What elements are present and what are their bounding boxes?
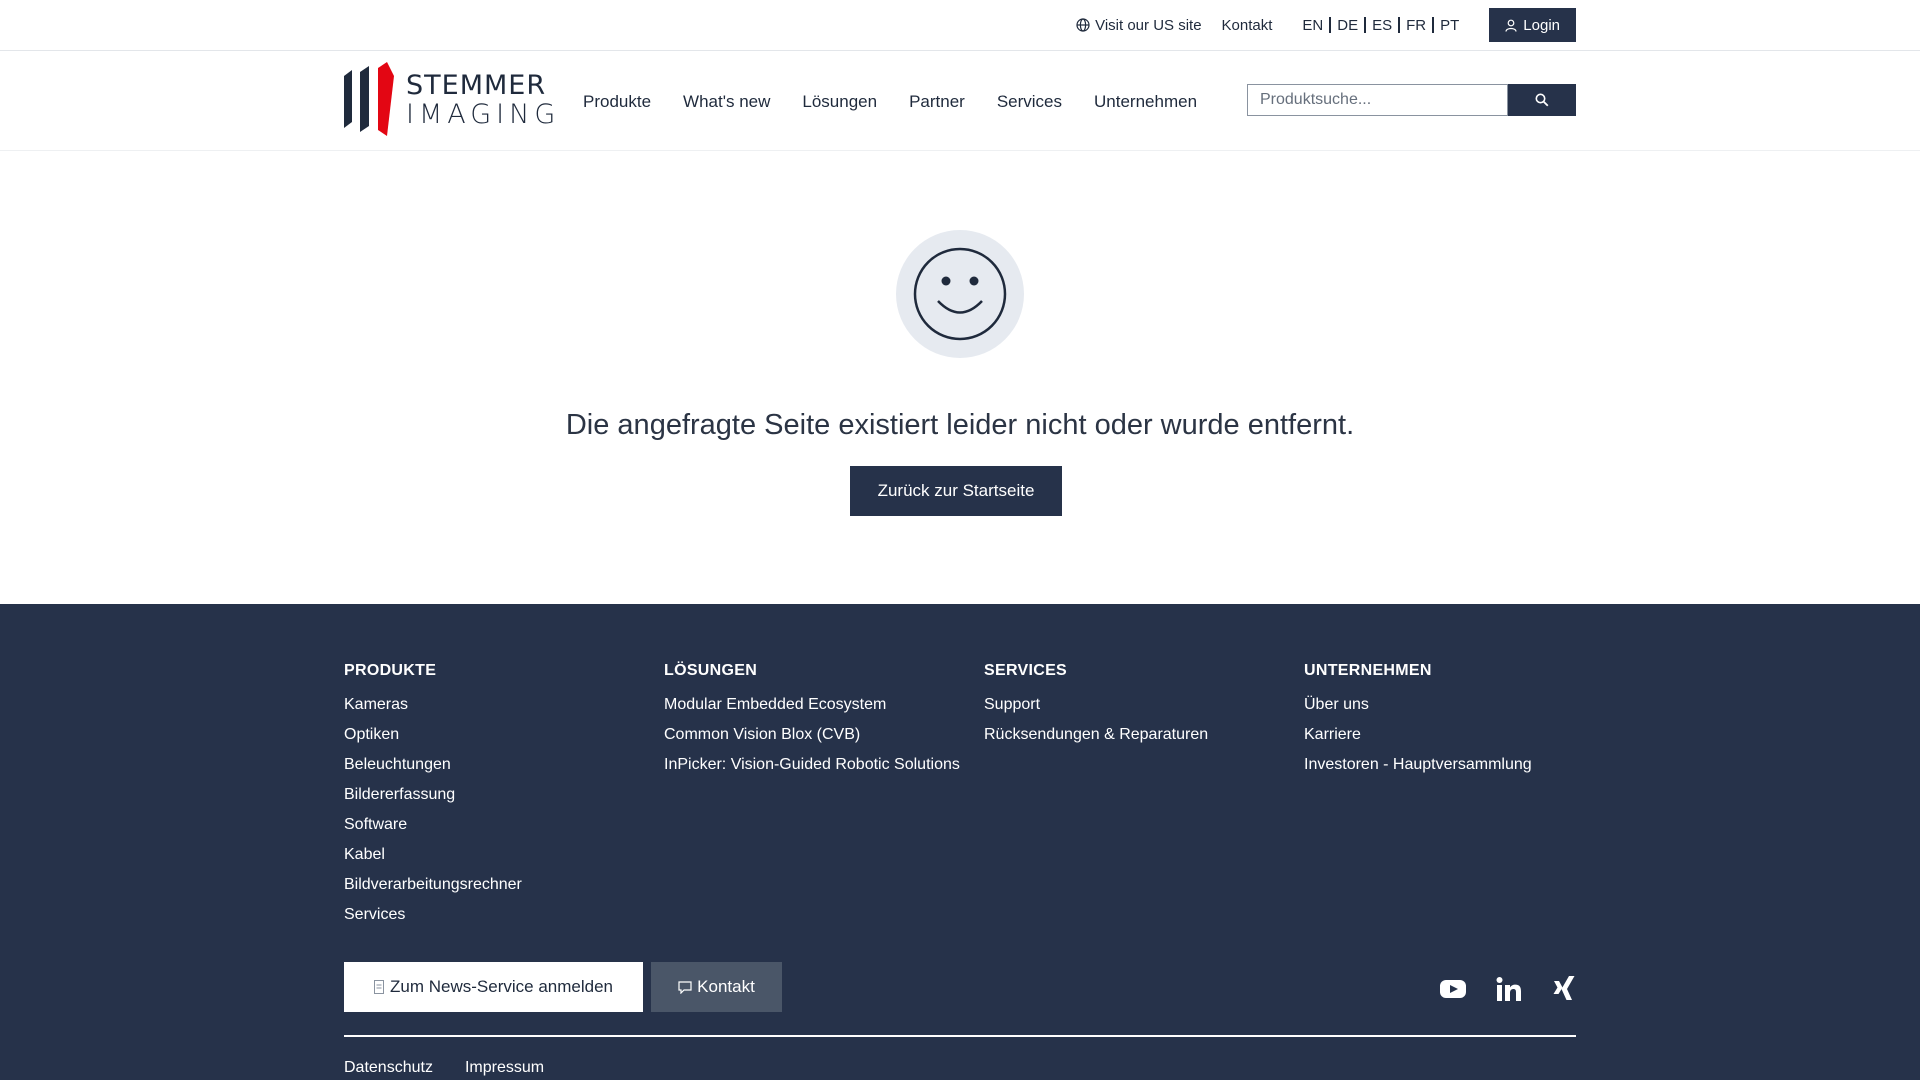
- logo-line-imaging: IMAGING: [406, 99, 561, 130]
- us-site-link[interactable]: Visit our US site: [1076, 16, 1202, 34]
- footer-link[interactable]: Modular Embedded Ecosystem: [664, 694, 964, 716]
- lang-pt[interactable]: PT: [1434, 17, 1465, 34]
- imprint-link[interactable]: Impressum: [465, 1059, 544, 1077]
- logo-line-stemmer: STEMMER: [406, 70, 547, 101]
- main-nav: Produkte What's new Lösungen Partner Ser…: [583, 92, 1229, 112]
- nav-whats-new[interactable]: What's new: [683, 92, 770, 112]
- footer-link[interactable]: Software: [344, 814, 644, 836]
- newsletter-signup-button[interactable]: Zum News-Service anmelden: [344, 962, 643, 1012]
- document-icon: [374, 980, 385, 994]
- user-icon: [1505, 19, 1517, 32]
- footer-link[interactable]: Beleuchtungen: [344, 754, 644, 776]
- xing-icon[interactable]: [1552, 976, 1576, 1002]
- lang-es[interactable]: ES: [1366, 17, 1398, 34]
- footer-heading: SERVICES: [984, 662, 1068, 679]
- logo-mark-icon: [344, 62, 394, 136]
- footer-link[interactable]: Support: [984, 694, 1284, 716]
- footer-column-services: SERVICES Support Rücksendungen & Reparat…: [984, 662, 1284, 754]
- globe-icon: [1076, 18, 1090, 32]
- nav-services[interactable]: Services: [997, 92, 1062, 112]
- linkedin-icon[interactable]: [1496, 977, 1522, 1001]
- footer-link[interactable]: Optiken: [344, 724, 644, 746]
- footer-link[interactable]: Common Vision Blox (CVB): [664, 724, 964, 746]
- footer-contact-label: Kontakt: [697, 977, 755, 996]
- smiley-badge: [896, 230, 1024, 358]
- footer-link[interactable]: Kabel: [344, 844, 644, 866]
- error-message: Die angefragte Seite existiert leider ni…: [565, 409, 1355, 441]
- error-content: Die angefragte Seite existiert leider ni…: [0, 151, 1920, 604]
- site-footer: PRODUKTE Kameras Optiken Beleuchtungen B…: [0, 604, 1920, 1080]
- footer-link[interactable]: Bildverarbeitungsrechner: [344, 874, 644, 896]
- footer-link[interactable]: Kameras: [344, 694, 644, 716]
- footer-column-loesungen: LÖSUNGEN Modular Embedded Ecosystem Comm…: [664, 662, 964, 784]
- nav-loesungen[interactable]: Lösungen: [802, 92, 877, 112]
- language-switcher: EN DE ES FR PT: [1296, 17, 1465, 34]
- utility-bar: Visit our US site Kontakt EN DE ES FR PT…: [0, 0, 1920, 51]
- search-button[interactable]: [1508, 84, 1576, 116]
- footer-link[interactable]: Bildererfassung: [344, 784, 644, 806]
- footer-heading: PRODUKTE: [344, 662, 437, 679]
- footer-divider: [344, 1035, 1576, 1037]
- smiley-icon: [913, 247, 1007, 341]
- chat-icon: [678, 980, 692, 994]
- footer-heading: UNTERNEHMEN: [1304, 662, 1432, 679]
- privacy-link[interactable]: Datenschutz: [344, 1059, 433, 1077]
- search-icon: [1535, 93, 1549, 107]
- utility-links: Visit our US site Kontakt EN DE ES FR PT…: [1076, 8, 1576, 42]
- nav-produkte[interactable]: Produkte: [583, 92, 651, 112]
- footer-link[interactable]: Services: [344, 904, 644, 926]
- footer-link[interactable]: Investoren - Hauptversammlung: [1304, 754, 1604, 776]
- footer-link[interactable]: Rücksendungen & Reparaturen: [984, 724, 1284, 746]
- footer-column-produkte: PRODUKTE Kameras Optiken Beleuchtungen B…: [344, 662, 644, 934]
- lang-en[interactable]: EN: [1296, 17, 1329, 34]
- search-input[interactable]: [1247, 84, 1508, 116]
- product-search: [1247, 84, 1576, 116]
- footer-heading: LÖSUNGEN: [664, 662, 758, 679]
- logo-wordmark: STEMMER IMAGING: [406, 72, 560, 128]
- social-links: [1410, 976, 1576, 1002]
- back-to-home-button[interactable]: Zurück zur Startseite: [850, 466, 1062, 516]
- footer-link[interactable]: Karriere: [1304, 724, 1604, 746]
- footer-link[interactable]: InPicker: Vision-Guided Robotic Solution…: [664, 754, 964, 776]
- company-logo[interactable]: STEMMER IMAGING: [344, 62, 555, 136]
- footer-column-unternehmen: UNTERNEHMEN Über uns Karriere Investoren…: [1304, 662, 1604, 784]
- lang-de[interactable]: DE: [1331, 17, 1364, 34]
- legal-links: Datenschutz Impressum: [344, 1059, 576, 1077]
- footer-link[interactable]: Über uns: [1304, 694, 1604, 716]
- nav-partner[interactable]: Partner: [909, 92, 965, 112]
- login-label: Login: [1523, 16, 1560, 34]
- lang-fr[interactable]: FR: [1400, 17, 1432, 34]
- footer-contact-button[interactable]: Kontakt: [651, 962, 782, 1012]
- newsletter-label: Zum News-Service anmelden: [390, 977, 613, 996]
- youtube-icon[interactable]: [1440, 979, 1466, 999]
- us-site-label: Visit our US site: [1095, 16, 1202, 34]
- login-button[interactable]: Login: [1489, 8, 1576, 42]
- top-contact-link[interactable]: Kontakt: [1222, 17, 1273, 34]
- nav-unternehmen[interactable]: Unternehmen: [1094, 92, 1197, 112]
